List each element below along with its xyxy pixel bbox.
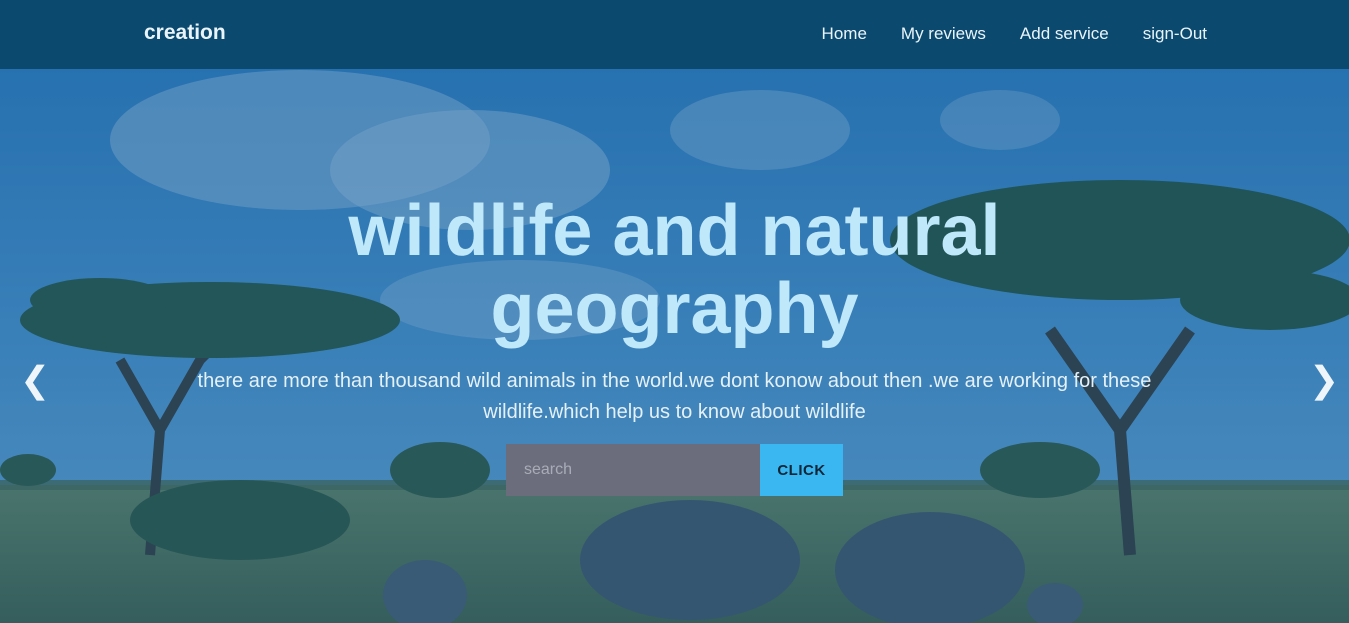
nav-link-my-reviews[interactable]: My reviews [901, 24, 986, 44]
nav-links: Home My reviews Add service sign-Out [822, 24, 1207, 44]
nav-link-sign-out[interactable]: sign-Out [1143, 24, 1207, 44]
hero-title-line1: wildlife and natural [348, 191, 1001, 271]
nav-link-home[interactable]: Home [822, 24, 867, 44]
hero-title: wildlife and natural geography [0, 192, 1349, 348]
click-button[interactable]: CLICK [760, 444, 843, 496]
hero-carousel: wildlife and natural geography there are… [0, 0, 1349, 623]
brand-logo[interactable]: creation [144, 21, 226, 45]
hero-subtitle: there are more than thousand wild animal… [197, 370, 1152, 423]
carousel-prev-icon[interactable]: ❮ [20, 362, 50, 398]
nav-link-add-service[interactable]: Add service [1020, 24, 1109, 44]
hero-title-line2: geography [490, 269, 859, 349]
search-input[interactable] [506, 444, 760, 496]
search-form: CLICK [506, 444, 843, 496]
navbar: creation Home My reviews Add service sig… [0, 0, 1349, 69]
carousel-next-icon[interactable]: ❯ [1309, 362, 1339, 398]
